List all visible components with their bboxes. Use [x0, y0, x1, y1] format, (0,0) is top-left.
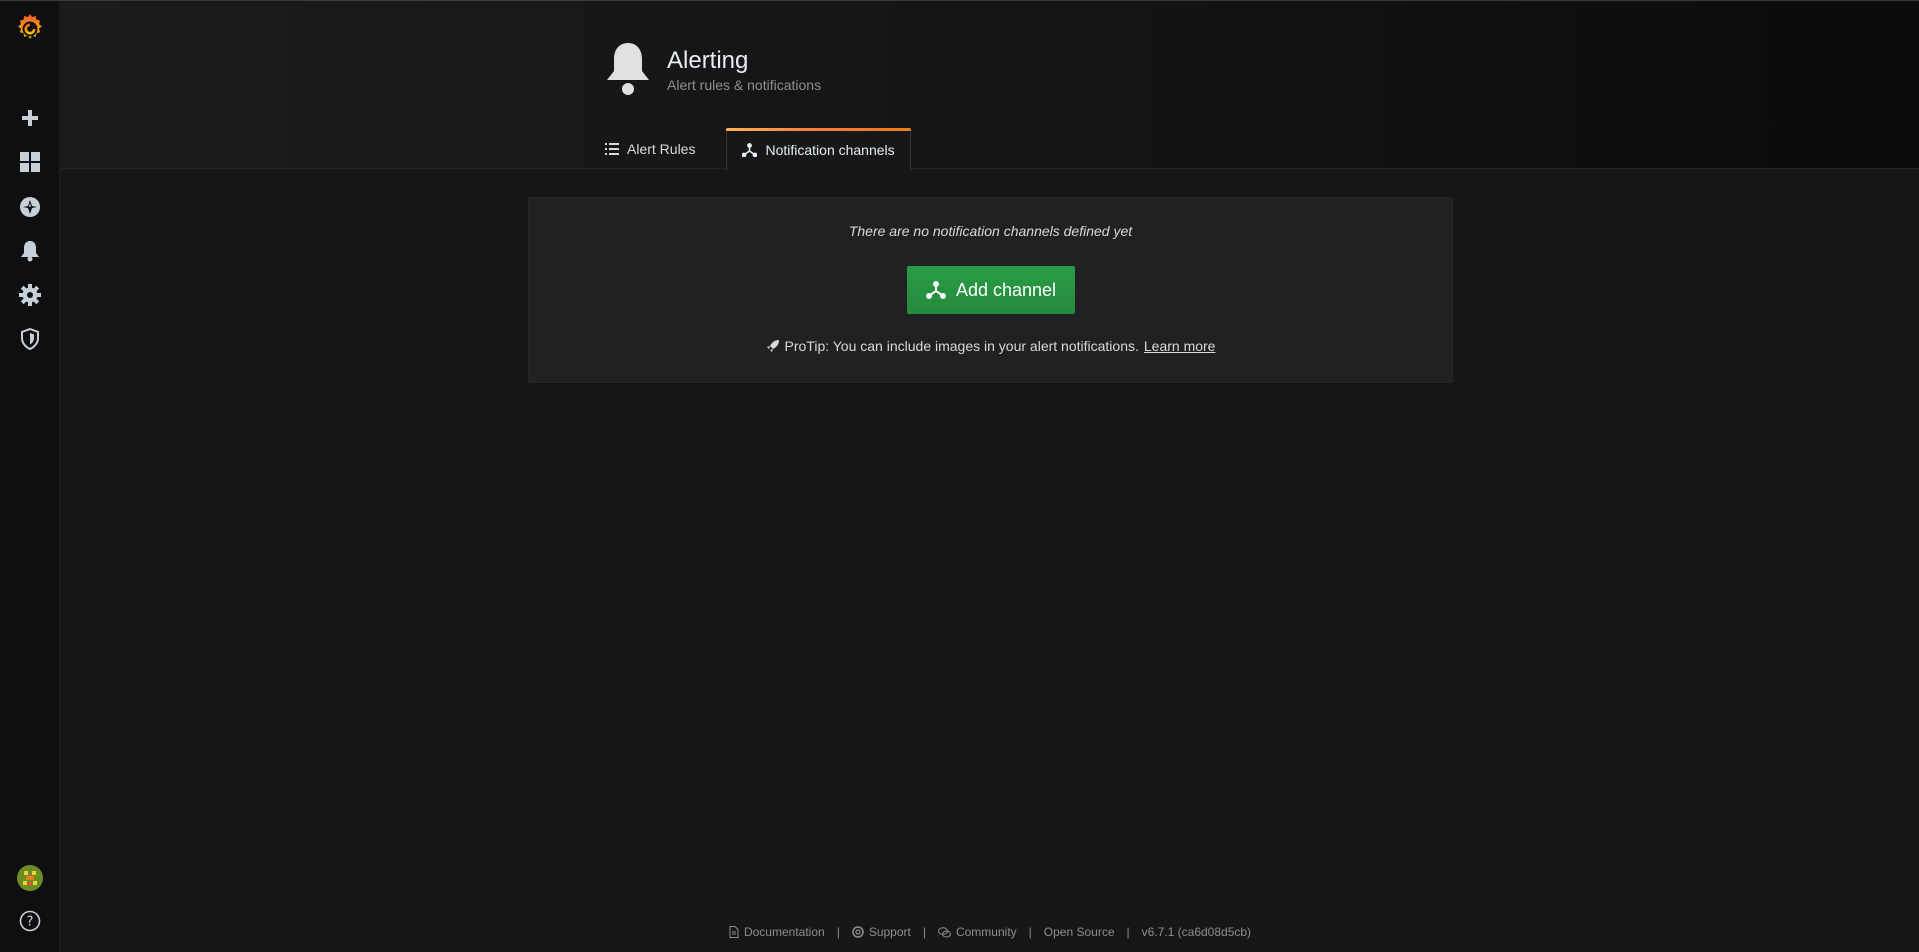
- top-border: [0, 0, 1919, 1]
- footer-version-link[interactable]: v6.7.1 (ca6d08d5cb): [1142, 925, 1251, 939]
- compass-icon: [20, 197, 40, 217]
- footer-documentation-label: Documentation: [743, 925, 825, 939]
- page-subtitle: Alert rules & notifications: [667, 77, 822, 93]
- plus-icon: [22, 110, 38, 126]
- footer-support-link[interactable]: Support: [852, 925, 911, 939]
- page-title: Alerting: [667, 47, 749, 74]
- footer-separator: |: [1126, 925, 1130, 939]
- channels-icon: [925, 281, 946, 299]
- svg-text:?: ?: [27, 915, 34, 930]
- protip-text: ProTip: You can include images in your a…: [784, 338, 1139, 354]
- comments-icon: [937, 926, 951, 937]
- empty-list-cta: There are no notification channels defin…: [528, 197, 1453, 383]
- lifebuoy-icon: [852, 926, 864, 938]
- dashboards-grid-icon: [20, 152, 40, 172]
- footer-documentation-link[interactable]: Documentation: [729, 925, 825, 939]
- footer-open-source-link[interactable]: Open Source: [1044, 925, 1115, 939]
- bell-icon: [21, 241, 39, 262]
- grafana-logo-icon[interactable]: [0, 6, 60, 50]
- sidebar-item-server-admin[interactable]: [0, 317, 60, 361]
- learn-more-link[interactable]: Learn more: [1144, 338, 1216, 354]
- tab-label: Notification channels: [765, 142, 895, 158]
- shield-icon: [21, 328, 39, 350]
- add-channel-button[interactable]: Add channel: [907, 266, 1075, 314]
- tab-alert-rules[interactable]: Alert Rules: [605, 128, 710, 170]
- sidebar: ?: [0, 0, 60, 952]
- list-icon: [605, 143, 619, 155]
- sidebar-item-explore[interactable]: [0, 185, 60, 229]
- add-channel-label: Add channel: [955, 279, 1057, 300]
- rocket-icon: [766, 340, 779, 352]
- page-header-inner: Alerting Alert rules & notifications Ale…: [605, 1, 1605, 171]
- footer-open-source-label: Open Source: [1043, 925, 1115, 939]
- footer-community-label: Community: [955, 925, 1017, 939]
- tab-label: Alert Rules: [627, 141, 696, 157]
- page-tabs: Alert Rules Notification channels: [605, 128, 911, 171]
- channels-icon: [742, 143, 758, 157]
- bell-icon: [607, 43, 649, 95]
- question-circle-icon: ?: [19, 910, 41, 932]
- page-header: Alerting Alert rules & notifications Ale…: [61, 1, 1919, 171]
- sidebar-item-profile[interactable]: [0, 856, 60, 900]
- footer-separator: |: [1028, 925, 1032, 939]
- footer-separator: |: [922, 925, 926, 939]
- sidebar-item-configuration[interactable]: [0, 273, 60, 317]
- avatar-icon: [17, 865, 43, 891]
- footer-support-label: Support: [868, 925, 911, 939]
- sidebar-item-help[interactable]: ?: [0, 899, 60, 943]
- footer: Documentation | Support | Community | Op…: [61, 922, 1919, 942]
- sidebar-item-alerting[interactable]: [0, 229, 60, 273]
- protip: ProTip: You can include images in your a…: [529, 338, 1452, 354]
- footer-community-link[interactable]: Community: [937, 925, 1017, 939]
- sidebar-item-dashboards[interactable]: [0, 140, 60, 184]
- footer-version-label: v6.7.1 (ca6d08d5cb): [1141, 925, 1252, 939]
- document-icon: [729, 926, 739, 938]
- footer-separator: |: [836, 925, 840, 939]
- gear-icon: [19, 284, 41, 306]
- empty-list-message: There are no notification channels defin…: [848, 223, 1133, 239]
- sidebar-item-create[interactable]: [0, 96, 60, 140]
- tab-notification-channels[interactable]: Notification channels: [726, 128, 911, 171]
